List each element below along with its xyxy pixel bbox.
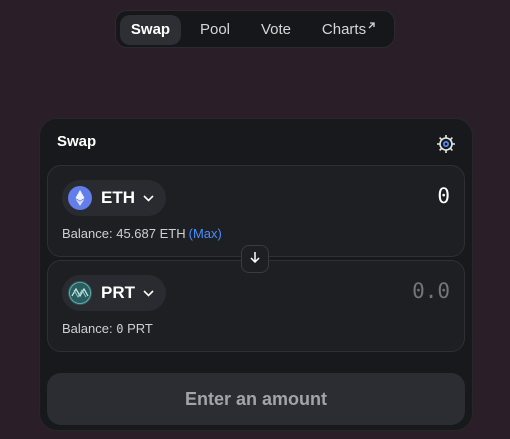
output-token-selector[interactable]: PRT — [62, 275, 166, 311]
external-arrow-icon — [367, 11, 376, 41]
output-amount-field[interactable] — [270, 279, 450, 303]
chevron-down-icon — [143, 189, 154, 207]
arrow-down-icon — [249, 250, 261, 268]
input-amount-field[interactable] — [270, 184, 450, 208]
chevron-down-icon — [143, 284, 154, 302]
input-balance-label: Balance: — [62, 226, 113, 241]
swap-card: Swap ETH Ba — [39, 118, 473, 431]
input-balance-symbol: ETH — [159, 226, 186, 241]
nav-tab-charts[interactable]: Charts — [313, 15, 385, 45]
output-balance: Balance: 0 PRT — [62, 321, 153, 336]
gear-icon[interactable] — [435, 133, 457, 155]
input-balance: Balance: 45.687 ETH (Max) — [62, 226, 222, 241]
output-balance-label: Balance: — [62, 321, 113, 336]
output-balance-symbol: PRT — [127, 321, 153, 336]
top-nav: Swap Pool Vote Charts — [115, 10, 395, 48]
nav-tab-vote[interactable]: Vote — [250, 15, 302, 45]
nav-tab-swap[interactable]: Swap — [120, 15, 181, 45]
output-panel: PRT Balance: 0 PRT — [47, 260, 465, 352]
prt-logo-icon — [68, 281, 92, 305]
enter-amount-button[interactable]: Enter an amount — [47, 373, 465, 425]
output-token-symbol: PRT — [101, 283, 135, 302]
nav-tab-pool[interactable]: Pool — [189, 15, 241, 45]
input-panel: ETH Balance: 45.687 ETH(Max) — [47, 165, 465, 257]
input-token-symbol: ETH — [101, 188, 135, 207]
input-balance-value: 45.687 — [116, 226, 156, 241]
ethereum-logo-icon — [68, 186, 92, 210]
nav-tab-charts-label: Charts — [321, 21, 367, 38]
switch-tokens-button[interactable] — [241, 245, 269, 273]
max-button[interactable]: (Max) — [189, 226, 222, 241]
output-balance-value: 0 — [116, 322, 124, 336]
input-token-selector[interactable]: ETH — [62, 180, 166, 216]
card-title: Swap — [57, 133, 97, 150]
